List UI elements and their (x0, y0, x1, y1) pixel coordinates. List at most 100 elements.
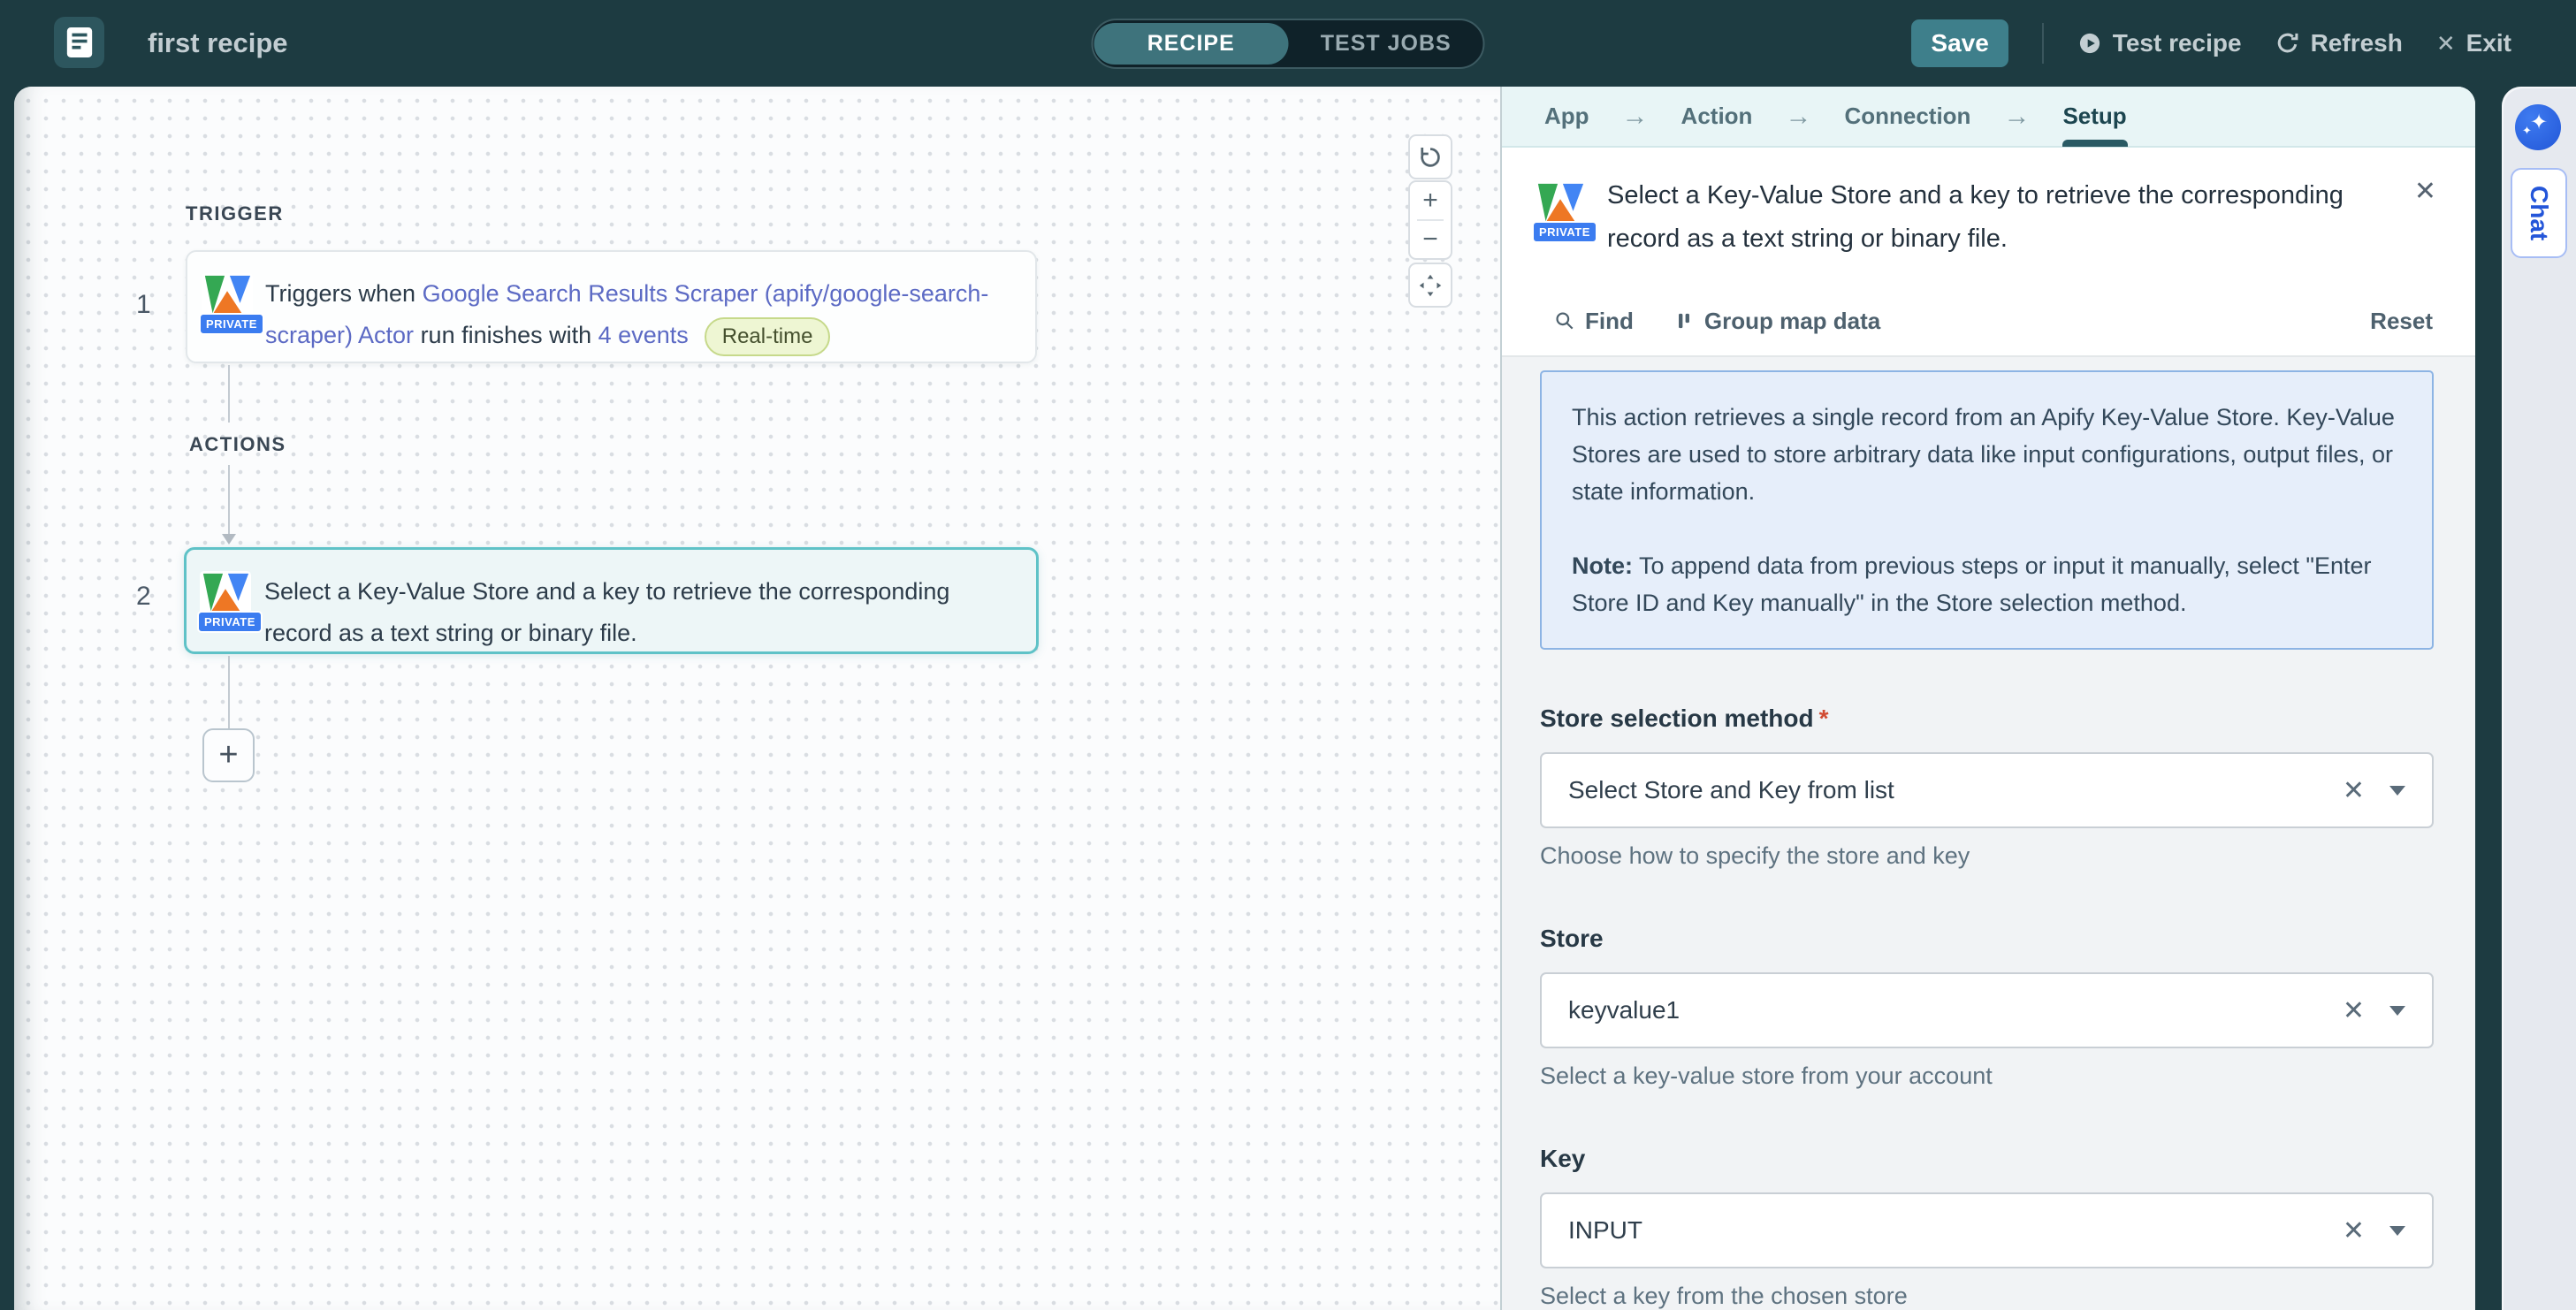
field-label-text: Store (1540, 925, 1604, 952)
add-step-button[interactable]: + (202, 728, 255, 782)
store-select[interactable]: keyvalue1 ✕ (1540, 972, 2434, 1048)
refresh-label: Refresh (2311, 29, 2403, 57)
refresh-icon (2275, 31, 2300, 56)
breadcrumb-app[interactable]: App (1544, 103, 1589, 130)
breadcrumb-connection[interactable]: Connection (1844, 103, 1970, 130)
connector-arrow-icon (222, 534, 236, 545)
config-breadcrumb: App → Action → Connection → Setup (1502, 87, 2475, 148)
ai-assistant-button[interactable]: ✦ ✦ (2515, 104, 2561, 150)
action-note: Note: To append data from previous steps… (1572, 547, 2402, 621)
actions-section-label: ACTIONS (189, 433, 286, 456)
trigger-step-text: Triggers when Google Search Results Scra… (265, 273, 1009, 356)
sparkle-icon: ✦ (2522, 124, 2532, 138)
select-value: keyvalue1 (1568, 996, 2318, 1024)
breadcrumb-arrow-icon: → (1785, 102, 1811, 132)
active-tab-indicator (2062, 140, 2128, 147)
group-map-data-label: Group map data (1704, 308, 1880, 335)
field-helper-text: Choose how to specify the store and key (1540, 842, 2434, 870)
pan-arrows-icon (1415, 270, 1445, 301)
fit-view-button[interactable] (1408, 263, 1452, 308)
page-title: first recipe (148, 0, 288, 87)
store-selection-method-label: Store selection method* (1540, 705, 2434, 733)
trigger-step-card[interactable]: PRIVATE Triggers when Google Search Resu… (186, 250, 1037, 363)
reset-label: Reset (2370, 308, 2433, 335)
select-value: Select Store and Key from list (1568, 776, 2318, 804)
note-text: To append data from previous steps or in… (1572, 552, 2372, 616)
control-divider (1417, 219, 1444, 221)
panel-title-row: PRIVATE Select a Key-Value Store and a k… (1502, 148, 2475, 286)
group-bars-icon (1673, 309, 1696, 332)
clear-icon[interactable]: ✕ (2343, 995, 2365, 1026)
reset-button[interactable]: Reset (2370, 308, 2433, 335)
sparkle-icon: ✦ (2530, 110, 2548, 135)
required-asterisk: * (1819, 705, 1829, 732)
field-label-text: Key (1540, 1145, 1585, 1172)
plus-icon: + (218, 736, 238, 774)
exit-label: Exit (2466, 29, 2511, 57)
caret-down-icon[interactable] (2389, 786, 2405, 796)
chat-rail: ✦ ✦ Chat (2502, 87, 2576, 1310)
trigger-section-label: TRIGGER (186, 202, 284, 225)
clear-icon[interactable]: ✕ (2343, 1215, 2365, 1246)
connector-line (228, 465, 230, 534)
main-container: TRIGGER 1 PRIVATE Triggers when Google S… (14, 87, 2475, 1310)
trigger-text-prefix: Triggers when (265, 280, 423, 307)
private-badge: PRIVATE (1532, 221, 1597, 243)
top-bar: first recipe RECIPE TEST JOBS Save Test … (0, 0, 2576, 87)
connector-line (228, 365, 230, 423)
apify-actor-icon: PRIVATE (202, 273, 253, 324)
zoom-in-button[interactable]: + (1422, 187, 1438, 214)
tab-recipe[interactable]: RECIPE (1094, 23, 1289, 65)
save-button[interactable]: Save (1911, 19, 2008, 67)
note-label: Note: (1572, 552, 1633, 579)
undo-button[interactable] (1408, 134, 1452, 179)
trigger-text-mid: run finishes with (414, 322, 598, 348)
caret-down-icon[interactable] (2389, 1006, 2405, 1016)
close-panel-icon[interactable]: ✕ (2414, 176, 2436, 207)
panel-toolbar: Find Group map data Reset (1502, 286, 2475, 357)
events-link[interactable]: 4 events (598, 322, 689, 348)
connector-line (228, 656, 230, 728)
search-icon (1553, 309, 1576, 332)
document-icon (65, 26, 95, 59)
action-step-text: Select a Key-Value Store and a key to re… (264, 571, 1010, 654)
test-recipe-label: Test recipe (2113, 29, 2242, 57)
breadcrumb-arrow-icon: → (2003, 102, 2030, 132)
group-map-data-button[interactable]: Group map data (1673, 308, 1880, 335)
store-selection-method-select[interactable]: Select Store and Key from list ✕ (1540, 752, 2434, 828)
app-logo[interactable] (54, 17, 104, 68)
private-badge: PRIVATE (199, 313, 264, 335)
store-label: Store (1540, 925, 2434, 953)
zoom-out-button[interactable]: − (1422, 226, 1438, 253)
test-recipe-button[interactable]: Test recipe (2077, 29, 2242, 57)
field-helper-text: Select a key from the chosen store (1540, 1283, 2434, 1310)
step-1-number: 1 (136, 290, 151, 320)
realtime-badge: Real-time (705, 317, 831, 356)
breadcrumb-action[interactable]: Action (1681, 103, 1753, 130)
private-badge: PRIVATE (197, 611, 263, 633)
chat-button[interactable]: Chat (2511, 168, 2567, 258)
apify-actor-icon: PRIVATE (1535, 181, 1586, 232)
field-label-text: Store selection method (1540, 705, 1814, 732)
undo-icon (1417, 144, 1444, 171)
find-button[interactable]: Find (1553, 308, 1634, 335)
action-step-card[interactable]: PRIVATE Select a Key-Value Store and a k… (184, 547, 1039, 654)
exit-icon: ✕ (2436, 30, 2456, 57)
caret-down-icon[interactable] (2389, 1226, 2405, 1236)
field-helper-text: Select a key-value store from your accou… (1540, 1062, 2434, 1090)
breadcrumb-setup[interactable]: Setup (2062, 103, 2126, 130)
workflow-canvas[interactable]: TRIGGER 1 PRIVATE Triggers when Google S… (14, 87, 1500, 1310)
find-label: Find (1585, 308, 1634, 335)
key-label: Key (1540, 1145, 2434, 1173)
key-select[interactable]: INPUT ✕ (1540, 1192, 2434, 1268)
panel-title: Select a Key-Value Store and a key to re… (1607, 174, 2394, 261)
select-value: INPUT (1568, 1216, 2318, 1245)
clear-icon[interactable]: ✕ (2343, 775, 2365, 806)
top-bar-actions: Save Test recipe Refresh ✕ Exit (1911, 0, 2511, 87)
zoom-control: + − (1408, 180, 1452, 260)
tab-test-jobs[interactable]: TEST JOBS (1289, 23, 1483, 65)
mode-tabs: RECIPE TEST JOBS (1092, 19, 1485, 69)
refresh-button[interactable]: Refresh (2275, 29, 2403, 57)
recipe-builder-app: first recipe RECIPE TEST JOBS Save Test … (0, 0, 2576, 1310)
exit-button[interactable]: ✕ Exit (2436, 29, 2511, 57)
